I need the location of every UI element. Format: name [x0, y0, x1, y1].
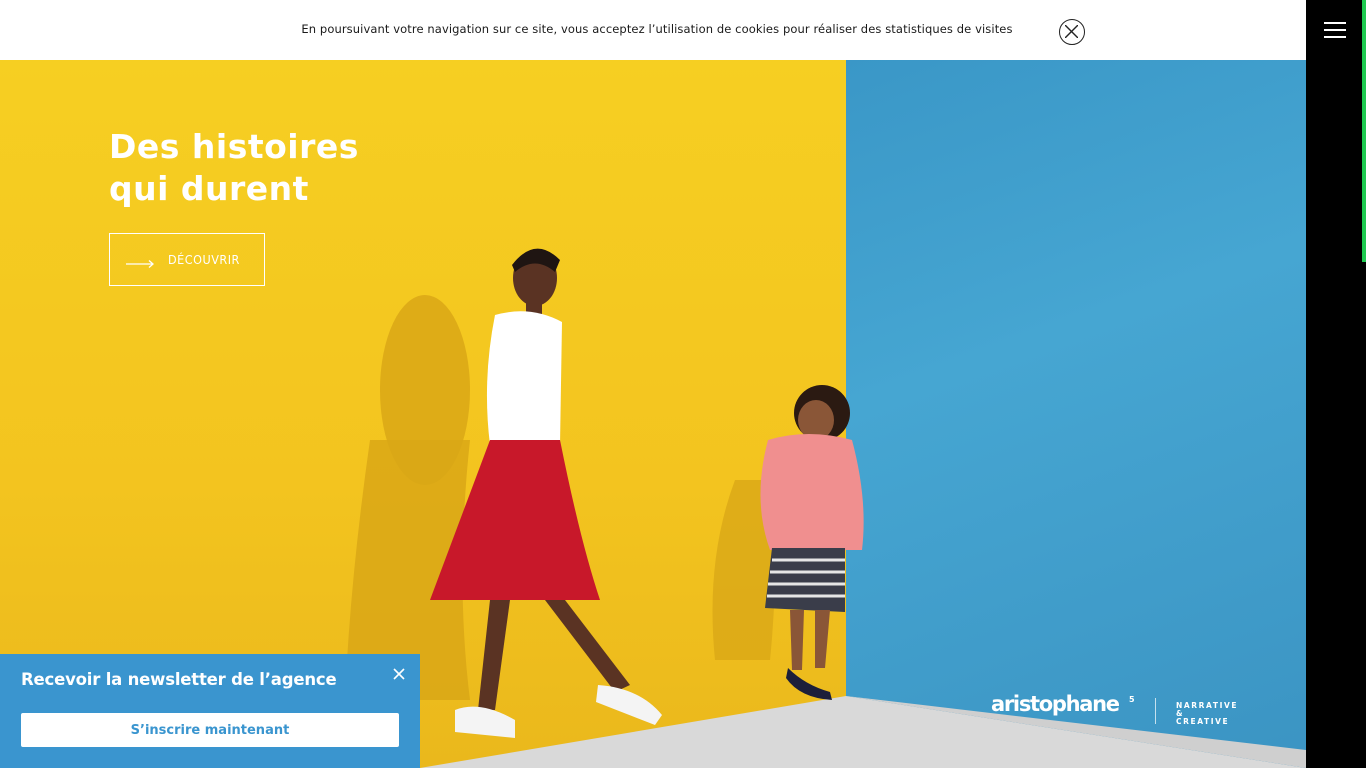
close-circle-icon — [1065, 25, 1078, 38]
cookie-banner: En poursuivant votre navigation sur ce s… — [0, 0, 1306, 60]
logo-superscript: 5 — [1129, 695, 1135, 704]
newsletter-title: Recevoir la newsletter de l’agence — [21, 670, 337, 689]
arrow-right-icon — [126, 260, 154, 268]
hero-heading-line1: Des histoires — [109, 127, 359, 166]
hamburger-menu-icon[interactable] — [1324, 22, 1346, 38]
logo-tagline: NARRATIVE & CREATIVE — [1176, 702, 1238, 726]
hero-heading: Des histoires qui durent — [109, 126, 359, 210]
newsletter-close-button[interactable] — [391, 666, 407, 682]
logo-wordmark: aristophane — [991, 692, 1120, 716]
hero-heading-line2: qui durent — [109, 169, 309, 208]
logo-divider — [1155, 698, 1156, 724]
cookie-close-button[interactable] — [1059, 19, 1085, 45]
discover-button-label: DÉCOUVRIR — [168, 252, 240, 267]
logo-tagline-line1: NARRATIVE — [1176, 701, 1239, 710]
discover-button[interactable]: DÉCOUVRIR — [109, 233, 265, 286]
newsletter-popup: Recevoir la newsletter de l’agence S’ins… — [0, 654, 420, 768]
logo-tagline-line2: & CREATIVE — [1176, 709, 1230, 726]
cookie-message: En poursuivant votre navigation sur ce s… — [301, 22, 1013, 36]
close-icon — [393, 668, 405, 680]
scroll-progress-indicator — [1362, 0, 1366, 262]
side-navigation-bar — [1306, 0, 1366, 768]
newsletter-subscribe-button[interactable]: S’inscrire maintenant — [21, 713, 399, 747]
